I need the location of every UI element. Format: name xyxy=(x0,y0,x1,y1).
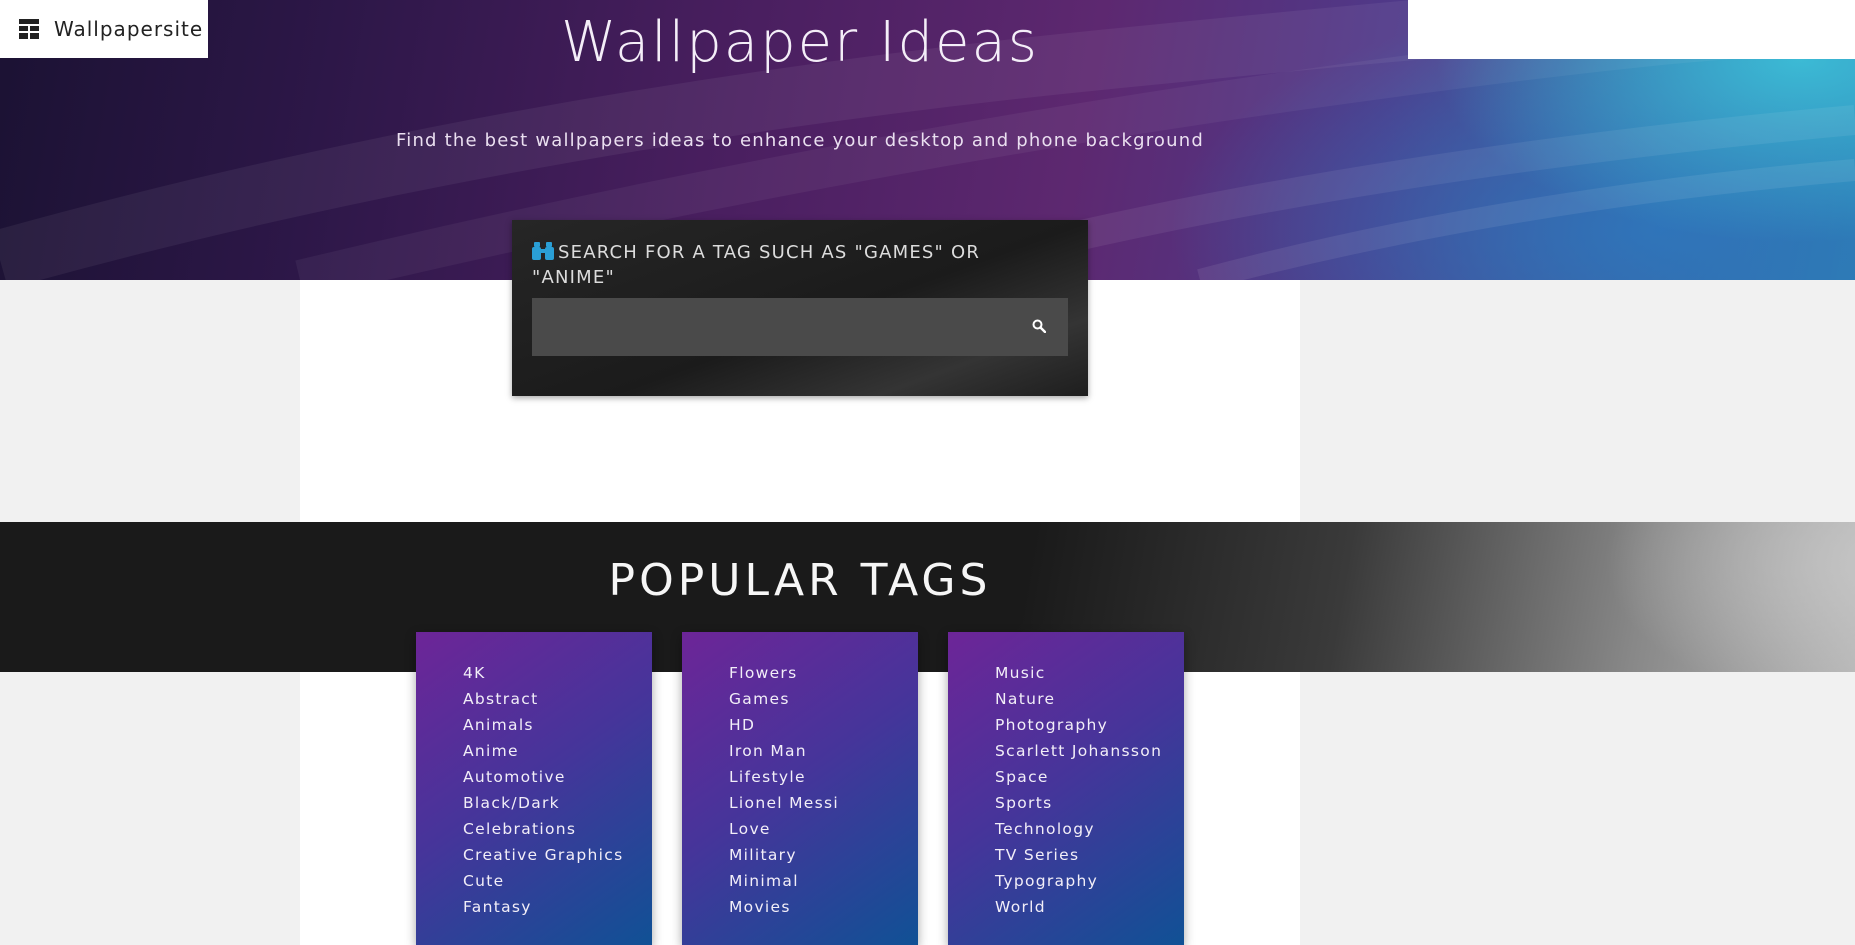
search-label-wrapper: SEARCH FOR A TAG SUCH AS "GAMES" OR "ANI… xyxy=(532,240,1052,290)
tag-link[interactable]: Black/Dark xyxy=(463,790,652,816)
tag-link[interactable]: Typography xyxy=(995,868,1184,894)
tag-link[interactable]: Flowers xyxy=(729,660,918,686)
tag-link[interactable]: HD xyxy=(729,712,918,738)
tag-column-1: 4K Abstract Animals Anime Automotive Bla… xyxy=(416,632,652,945)
tag-link[interactable]: Military xyxy=(729,842,918,868)
tag-link[interactable]: Fantasy xyxy=(463,894,652,920)
tag-link[interactable]: Photography xyxy=(995,712,1184,738)
tag-link[interactable]: Creative Graphics xyxy=(463,842,652,868)
search-label: SEARCH FOR A TAG SUCH AS "GAMES" OR "ANI… xyxy=(532,242,981,288)
brand-name: Wallpapersite xyxy=(54,17,204,41)
search-field xyxy=(532,298,1068,356)
brand-logo-link[interactable]: Wallpapersite xyxy=(0,0,208,58)
tag-list: 4K Abstract Animals Anime Automotive Bla… xyxy=(416,632,652,920)
page-subtitle: Find the best wallpapers ideas to enhanc… xyxy=(396,130,1204,151)
popular-tags-title: POPULAR TAGS xyxy=(608,555,992,606)
binoculars-icon xyxy=(532,242,554,260)
tag-link[interactable]: Lifestyle xyxy=(729,764,918,790)
tag-list: Music Nature Photography Scarlett Johans… xyxy=(948,632,1184,920)
page-title: Wallpaper Ideas xyxy=(561,10,1039,75)
search-icon xyxy=(1032,318,1047,337)
tag-link[interactable]: Nature xyxy=(995,686,1184,712)
tag-link[interactable]: Lionel Messi xyxy=(729,790,918,816)
tag-link[interactable]: Iron Man xyxy=(729,738,918,764)
tag-link[interactable]: TV Series xyxy=(995,842,1184,868)
tag-link[interactable]: Technology xyxy=(995,816,1184,842)
tag-link[interactable]: Music xyxy=(995,660,1184,686)
tag-link[interactable]: Movies xyxy=(729,894,918,920)
tag-link[interactable]: Anime xyxy=(463,738,652,764)
tag-link[interactable]: Automotive xyxy=(463,764,652,790)
tag-column-2: Flowers Games HD Iron Man Lifestyle Lion… xyxy=(682,632,918,945)
tag-link[interactable]: 4K xyxy=(463,660,652,686)
tag-link[interactable]: Games xyxy=(729,686,918,712)
tag-link[interactable]: World xyxy=(995,894,1184,920)
tag-link[interactable]: Animals xyxy=(463,712,652,738)
tag-search-box: SEARCH FOR A TAG SUCH AS "GAMES" OR "ANI… xyxy=(512,220,1088,396)
tag-link[interactable]: Minimal xyxy=(729,868,918,894)
tag-column-3: Music Nature Photography Scarlett Johans… xyxy=(948,632,1184,945)
tag-link[interactable]: Celebrations xyxy=(463,816,652,842)
tag-link[interactable]: Scarlett Johansson xyxy=(995,738,1184,764)
tag-link[interactable]: Abstract xyxy=(463,686,652,712)
tag-link[interactable]: Love xyxy=(729,816,918,842)
search-button[interactable] xyxy=(1010,298,1068,356)
tag-link[interactable]: Space xyxy=(995,764,1184,790)
grid-logo-icon xyxy=(19,19,39,39)
tag-link[interactable]: Sports xyxy=(995,790,1184,816)
tag-link[interactable]: Cute xyxy=(463,868,652,894)
tag-list: Flowers Games HD Iron Man Lifestyle Lion… xyxy=(682,632,918,920)
top-right-white-panel xyxy=(1408,0,1855,59)
search-input[interactable] xyxy=(532,298,1010,356)
